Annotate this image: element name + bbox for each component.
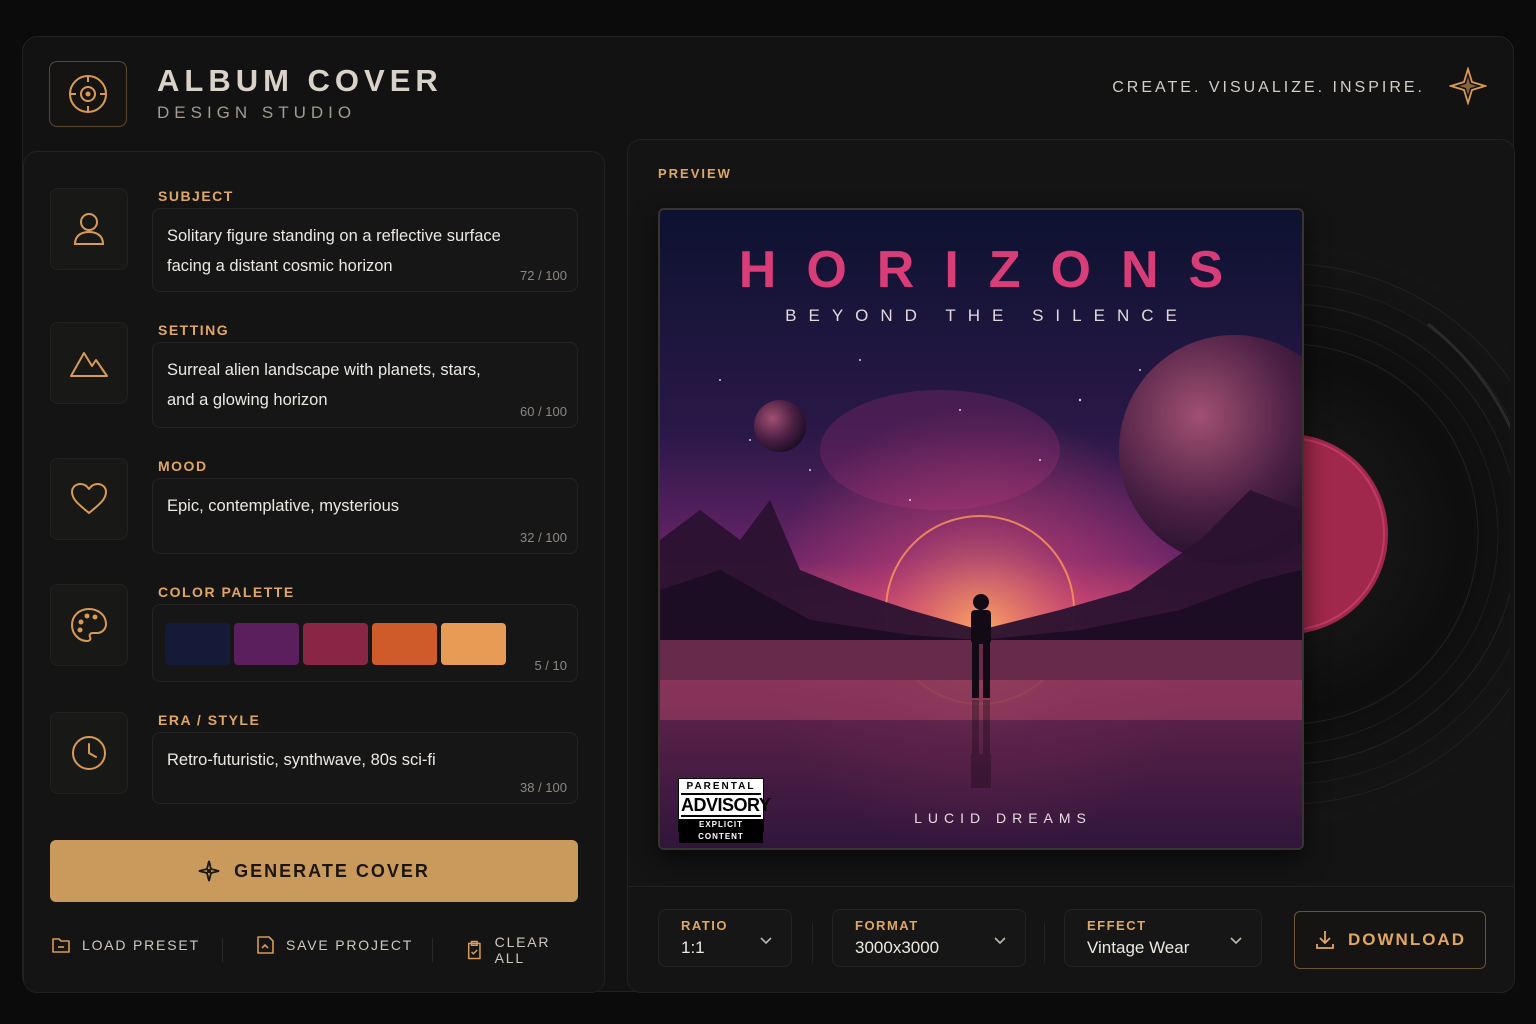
chevron-down-icon bbox=[994, 937, 1006, 945]
clear-all-label: CLEAR ALL bbox=[494, 934, 551, 966]
advisory-bottom: EXPLICIT CONTENT bbox=[679, 819, 763, 843]
divider bbox=[432, 938, 433, 962]
app-subtitle: DESIGN STUDIO bbox=[157, 103, 357, 122]
subject-text-line2: facing a distant cosmic horizon bbox=[167, 257, 393, 275]
album-cover-preview[interactable]: HORIZONS BEYOND THE SILENCE LUCID DREAMS… bbox=[658, 208, 1304, 850]
tagline: CREATE. VISUALIZE. INSPIRE. bbox=[1112, 79, 1425, 96]
subject-input[interactable]: Solitary figure standing on a reflective… bbox=[152, 208, 578, 292]
swatch-3[interactable] bbox=[303, 623, 368, 665]
effect-select[interactable]: EFFECT Vintage Wear bbox=[1064, 909, 1262, 967]
setting-text-line2: and a glowing horizon bbox=[167, 391, 328, 409]
swatch-5[interactable] bbox=[441, 623, 506, 665]
clear-all-button[interactable]: CLEAR ALL bbox=[464, 934, 580, 966]
cover-title: HORIZONS bbox=[738, 241, 1254, 299]
ratio-select[interactable]: RATIO 1:1 bbox=[658, 909, 792, 967]
footer-actions: LOAD PRESET SAVE PROJECT CLEAR ALL bbox=[50, 934, 580, 966]
generate-label: GENERATE COVER bbox=[234, 860, 430, 881]
app-title: ALBUM COVER bbox=[157, 63, 443, 98]
save-project-label: SAVE PROJECT bbox=[286, 937, 414, 953]
generate-cover-button[interactable]: GENERATE COVER bbox=[50, 840, 578, 902]
advisory-mid: ADVISORY bbox=[681, 793, 771, 817]
clipboard-icon bbox=[467, 940, 481, 960]
format-label: FORMAT bbox=[855, 918, 919, 933]
save-icon bbox=[257, 936, 274, 954]
swatch-2[interactable] bbox=[234, 623, 299, 665]
preview-label: PREVIEW bbox=[658, 166, 732, 181]
swatch-4[interactable] bbox=[372, 623, 437, 665]
input-panel: SUBJECT Solitary figure standing on a re… bbox=[23, 151, 605, 993]
advisory-top: PARENTAL bbox=[686, 781, 756, 792]
mood-char-count: 32 / 100 bbox=[520, 530, 567, 545]
era-text: Retro-futuristic, synthwave, 80s sci-fi bbox=[167, 751, 436, 769]
effect-value: Vintage Wear bbox=[1087, 938, 1190, 957]
mood-input[interactable]: Epic, contemplative, mysterious 32 / 100 bbox=[152, 478, 578, 554]
parental-advisory-label: PARENTAL ADVISORY EXPLICIT CONTENT bbox=[678, 778, 771, 843]
person-icon bbox=[50, 188, 128, 270]
compass-star-icon bbox=[1449, 67, 1487, 105]
load-preset-label: LOAD PRESET bbox=[82, 937, 200, 953]
era-char-count: 38 / 100 bbox=[520, 780, 567, 795]
record-target-icon bbox=[69, 75, 107, 113]
divider bbox=[222, 938, 223, 962]
sparkle-icon bbox=[198, 860, 220, 882]
setting-text-line1: Surreal alien landscape with planets, st… bbox=[167, 361, 481, 379]
chevron-down-icon bbox=[760, 937, 772, 945]
load-preset-button[interactable]: LOAD PRESET bbox=[50, 934, 200, 956]
ratio-value: 1:1 bbox=[681, 938, 705, 957]
app-window: ALBUM COVER DESIGN STUDIO CREATE. VISUAL… bbox=[22, 36, 1515, 993]
folder-icon bbox=[52, 938, 70, 953]
era-label: ERA / STYLE bbox=[158, 712, 261, 728]
palette-count: 5 / 10 bbox=[534, 658, 567, 673]
clock-icon bbox=[50, 712, 128, 794]
download-icon bbox=[1316, 931, 1334, 949]
divider bbox=[1044, 923, 1045, 963]
chevron-down-icon bbox=[1230, 937, 1242, 945]
preview-panel: PREVIEW HORIZONS BEYOND THE SILENCE LUCI… bbox=[627, 139, 1515, 993]
setting-char-count: 60 / 100 bbox=[520, 404, 567, 419]
heart-icon bbox=[50, 458, 128, 540]
format-value: 3000x3000 bbox=[855, 938, 940, 957]
setting-label: SETTING bbox=[158, 322, 230, 338]
era-input[interactable]: Retro-futuristic, synthwave, 80s sci-fi … bbox=[152, 732, 578, 804]
format-select[interactable]: FORMAT 3000x3000 bbox=[832, 909, 1026, 967]
palette-box: 5 / 10 bbox=[152, 604, 578, 682]
subject-text-line1: Solitary figure standing on a reflective… bbox=[167, 227, 501, 245]
logo bbox=[49, 61, 127, 127]
cover-artist: LUCID DREAMS bbox=[914, 810, 1092, 826]
subject-char-count: 72 / 100 bbox=[520, 268, 567, 283]
mountain-icon bbox=[50, 322, 128, 404]
download-label: DOWNLOAD bbox=[1348, 930, 1466, 949]
swatch-1[interactable] bbox=[165, 623, 230, 665]
cover-subtitle: BEYOND THE SILENCE bbox=[785, 306, 1189, 325]
palette-swatches bbox=[165, 623, 506, 665]
setting-input[interactable]: Surreal alien landscape with planets, st… bbox=[152, 342, 578, 428]
effect-label: EFFECT bbox=[1087, 918, 1147, 933]
palette-icon bbox=[50, 584, 128, 666]
palette-label: COLOR PALETTE bbox=[158, 584, 295, 600]
export-controls: RATIO 1:1 FORMAT 3000x3000 EFFECT Vintag… bbox=[628, 886, 1514, 992]
ratio-label: RATIO bbox=[681, 918, 728, 933]
mood-text: Epic, contemplative, mysterious bbox=[167, 497, 400, 515]
subject-label: SUBJECT bbox=[158, 188, 234, 204]
header: ALBUM COVER DESIGN STUDIO CREATE. VISUAL… bbox=[23, 37, 1513, 147]
mood-label: MOOD bbox=[158, 458, 208, 474]
save-project-button[interactable]: SAVE PROJECT bbox=[254, 934, 413, 956]
divider bbox=[812, 923, 813, 963]
download-button[interactable]: DOWNLOAD bbox=[1294, 911, 1486, 969]
